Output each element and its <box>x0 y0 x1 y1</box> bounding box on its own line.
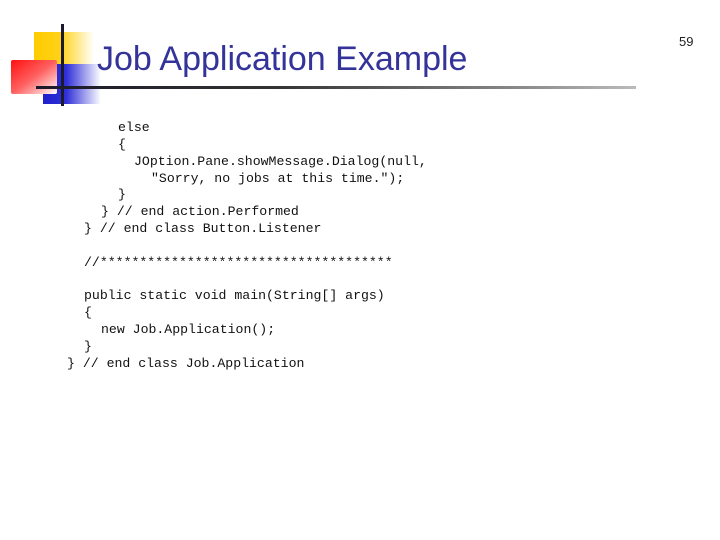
code-line: { <box>118 136 126 152</box>
code-line: JOption.Pane.showMessage.Dialog(null, <box>134 153 427 169</box>
slide-title: Job Application Example <box>97 40 468 78</box>
code-block: else{JOption.Pane.showMessage.Dialog(nul… <box>0 120 427 373</box>
code-line: { <box>84 305 92 321</box>
code-line: } // end class Button.Listener <box>84 221 322 237</box>
code-line: } <box>118 187 126 203</box>
code-line: //************************************* <box>84 254 393 270</box>
code-line: "Sorry, no jobs at this time."); <box>151 170 405 186</box>
slide-logo-icon <box>0 0 110 110</box>
code-line: else <box>118 120 150 135</box>
code-line: new Job.Application(); <box>101 322 276 338</box>
vertical-rule <box>61 24 64 106</box>
code-line: public static void main(String[] args) <box>84 288 385 304</box>
page-number: 59 <box>679 34 694 49</box>
code-line: } <box>84 338 92 354</box>
code-line: } // end action.Performed <box>101 204 299 220</box>
code-line: } // end class Job.Application <box>67 355 305 371</box>
title-underline <box>36 86 636 89</box>
